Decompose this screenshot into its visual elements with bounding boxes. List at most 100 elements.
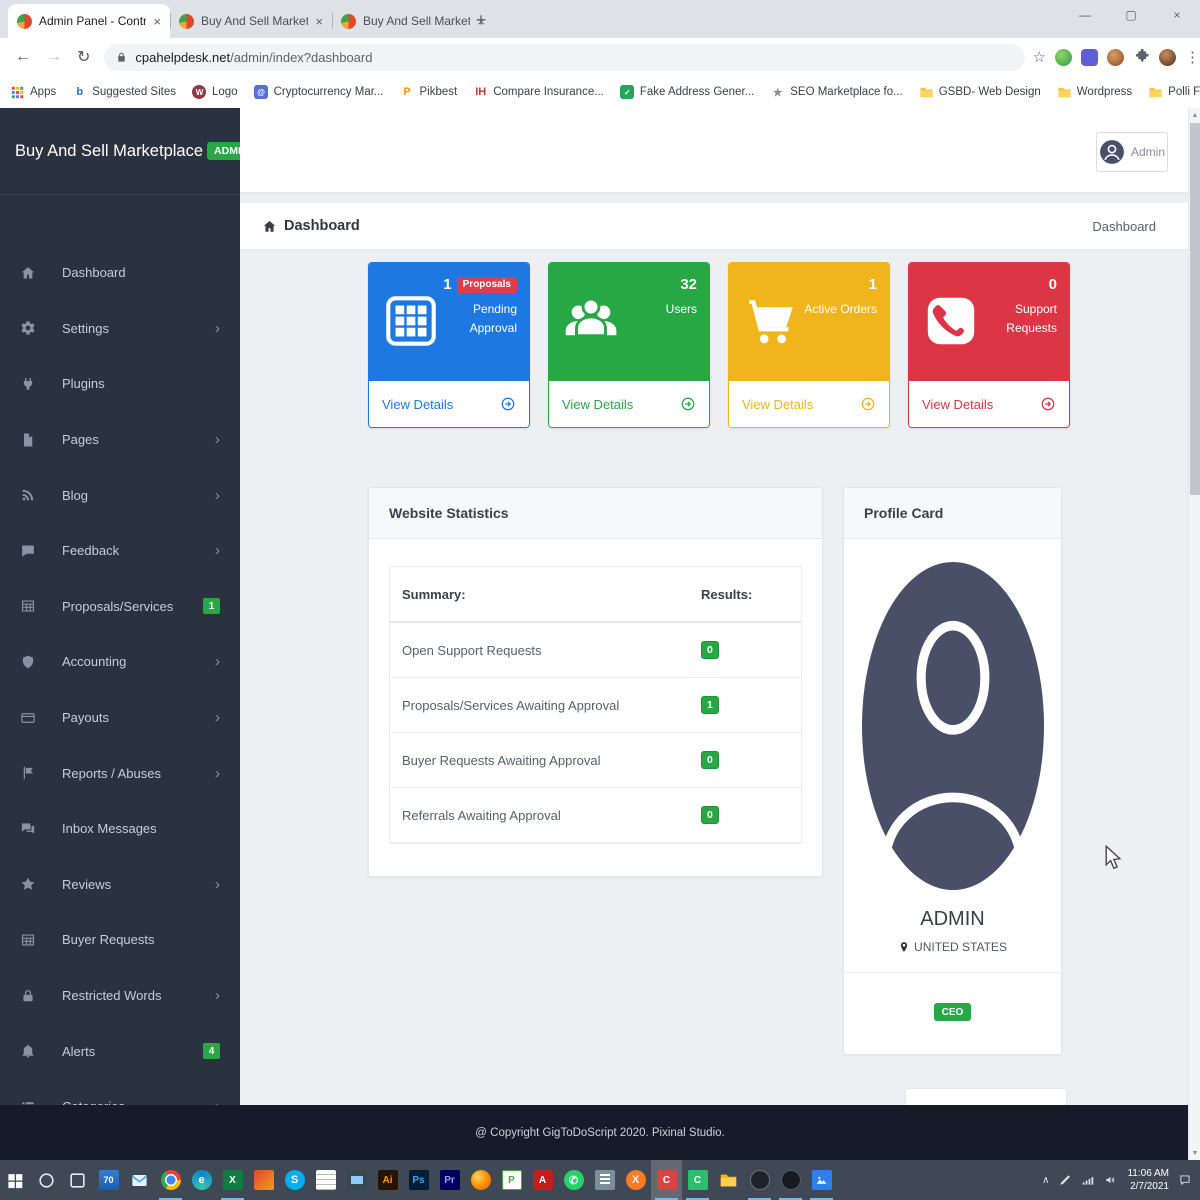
profile-avatar[interactable]: [1159, 49, 1176, 66]
extensions-puzzle-icon[interactable]: [1133, 46, 1150, 68]
taskbar-app-start-icon[interactable]: [0, 1160, 31, 1200]
taskbar-app-photos-icon[interactable]: [806, 1160, 837, 1200]
bookmark-fake-address-gener[interactable]: ✓Fake Address Gener...: [620, 85, 754, 100]
window-close-button[interactable]: ×: [1154, 0, 1200, 30]
bookmark-logo[interactable]: WLogo: [192, 85, 238, 100]
bell-icon: [20, 1043, 36, 1059]
sidebar-item-payouts[interactable]: Payouts›: [0, 690, 240, 746]
taskbar-app-whatsapp-icon[interactable]: ✆: [558, 1160, 589, 1200]
scroll-up-arrow-icon[interactable]: ▲: [1189, 108, 1200, 122]
card-body: 32Users: [549, 263, 709, 381]
taskbar-app-acrobat-icon[interactable]: A: [527, 1160, 558, 1200]
admin-user-button[interactable]: Admin: [1096, 132, 1168, 172]
taskbar-app-xampp-icon[interactable]: X: [620, 1160, 651, 1200]
browser-menu-icon[interactable]: ⋮: [1185, 48, 1200, 66]
window-controls: — ▢ ×: [1062, 0, 1200, 30]
stat-count-badge: 1: [701, 696, 719, 714]
address-bar[interactable]: cpahelpdesk.net/admin/index?dashboard: [104, 44, 1024, 71]
clock-date: 2/7/2021: [1127, 1180, 1169, 1193]
tray-chevron-icon[interactable]: ∧: [1042, 1175, 1049, 1186]
taskbar-app-firefox-icon[interactable]: [465, 1160, 496, 1200]
scrollbar-thumb[interactable]: [1190, 123, 1200, 495]
idm-extension-icon[interactable]: [1055, 49, 1072, 66]
taskbar-app-notepad-icon[interactable]: [310, 1160, 341, 1200]
taskbar-app-obs-dark-2-icon[interactable]: [775, 1160, 806, 1200]
sidebar-item-categories[interactable]: Categories›: [0, 1079, 240, 1105]
card-footer-link[interactable]: View Details: [729, 381, 889, 427]
taskbar-app-excel-icon[interactable]: X: [217, 1160, 248, 1200]
taskbar-app-skype-icon[interactable]: S: [279, 1160, 310, 1200]
bookmark-pikbest[interactable]: PPikbest: [400, 85, 458, 100]
sidebar-item-settings[interactable]: Settings›: [0, 301, 240, 357]
taskbar-app-calculator-icon[interactable]: [589, 1160, 620, 1200]
taskbar-app-pickit-icon[interactable]: P: [496, 1160, 527, 1200]
sidebar-item-dashboard[interactable]: Dashboard: [0, 245, 240, 301]
sidebar-item-accounting[interactable]: Accounting›: [0, 634, 240, 690]
pen-icon[interactable]: [1058, 1173, 1072, 1187]
card-footer-link[interactable]: View Details: [909, 381, 1069, 427]
bookmark-suggested-sites[interactable]: bSuggested Sites: [72, 85, 176, 100]
taskbar-app-cortana-icon[interactable]: [31, 1160, 62, 1200]
sidebar-item-blog[interactable]: Blog›: [0, 467, 240, 523]
bookmark-seo-marketplace-fo[interactable]: ★SEO Marketplace fo...: [770, 85, 903, 100]
taskbar-app-task-view-icon[interactable]: [62, 1160, 93, 1200]
new-tab-button[interactable]: +: [468, 7, 494, 33]
taskbar-app-camtasia-icon[interactable]: C: [651, 1160, 682, 1200]
bookmark-gsbd-web-design[interactable]: GSBD- Web Design: [919, 85, 1041, 100]
sidebar-item-inbox-messages[interactable]: Inbox Messages: [0, 801, 240, 857]
tab-close-icon[interactable]: ×: [315, 14, 323, 29]
taskbar-app-chrome-icon[interactable]: [155, 1160, 186, 1200]
sidebar-item-buyer-requests[interactable]: Buyer Requests: [0, 912, 240, 968]
purple-extension-icon[interactable]: [1081, 49, 1098, 66]
bookmark-star-icon[interactable]: ☆: [1033, 48, 1046, 66]
taskbar-app-obs-dark-1-icon[interactable]: [744, 1160, 775, 1200]
page-scrollbar[interactable]: ▲ ▼: [1188, 108, 1200, 1160]
taskbar-app-mail-icon[interactable]: [124, 1160, 155, 1200]
taskbar-app-camtasia-green-icon[interactable]: C: [682, 1160, 713, 1200]
taskbar-app-edge-icon[interactable]: e: [186, 1160, 217, 1200]
sidebar-item-label: Proposals/Services: [62, 599, 203, 614]
sidebar-item-reviews[interactable]: Reviews›: [0, 857, 240, 913]
taskbar-app-photoshop-icon[interactable]: Ps: [403, 1160, 434, 1200]
taskbar-app-paint-3d-icon[interactable]: [248, 1160, 279, 1200]
clock[interactable]: 11:06 AM 2/7/2021: [1127, 1167, 1169, 1193]
sidebar-item-plugins[interactable]: Plugins: [0, 356, 240, 412]
toolbar-right: ☆ ⋮: [1033, 46, 1200, 68]
speaker-icon[interactable]: [1104, 1173, 1118, 1187]
card-footer-link[interactable]: View Details: [369, 381, 529, 427]
notification-center-icon[interactable]: [1178, 1173, 1192, 1187]
breadcrumb-right: Dashboard: [1092, 219, 1156, 234]
bookmark-compare-insurance[interactable]: IHCompare Insurance...: [473, 85, 604, 100]
sidebar-item-alerts[interactable]: Alerts4: [0, 1023, 240, 1079]
sidebar-item-pages[interactable]: Pages›: [0, 412, 240, 468]
sidebar-item-feedback[interactable]: Feedback›: [0, 523, 240, 579]
browser-tab[interactable]: Admin Panel - Control Your Enti×: [8, 4, 170, 38]
window-maximize-button[interactable]: ▢: [1108, 0, 1154, 30]
taskbar-app-file-explorer-icon[interactable]: [713, 1160, 744, 1200]
brand[interactable]: Buy And Sell Marketplace ADMIN: [0, 108, 240, 195]
card-footer-link[interactable]: View Details: [549, 381, 709, 427]
sidebar-item-restricted-words[interactable]: Restricted Words›: [0, 968, 240, 1024]
forward-icon[interactable]: →: [46, 48, 62, 66]
tab-close-icon[interactable]: ×: [153, 14, 161, 29]
brown-extension-icon[interactable]: [1107, 49, 1124, 66]
bookmark-cryptocurrency-mar[interactable]: @Cryptocurrency Mar...: [254, 85, 384, 100]
sidebar-item-reports-abuses[interactable]: Reports / Abuses›: [0, 745, 240, 801]
chevron-right-icon: ›: [215, 709, 220, 726]
bookmark-apps[interactable]: Apps: [10, 85, 56, 100]
bookmark-wordpress[interactable]: Wordpress: [1057, 85, 1132, 100]
reload-icon[interactable]: ↻: [77, 47, 90, 67]
stat-result: 0: [701, 806, 789, 824]
network-icon[interactable]: [1081, 1173, 1095, 1187]
sidebar-item-proposals-services[interactable]: Proposals/Services1: [0, 579, 240, 635]
scroll-down-arrow-icon[interactable]: ▼: [1189, 1146, 1200, 1160]
back-icon[interactable]: ←: [15, 48, 31, 66]
taskbar-app-my-computer-icon[interactable]: [341, 1160, 372, 1200]
browser-tab[interactable]: Buy And Sell Marketplace - Logi×: [170, 4, 332, 38]
bookmark-polli-fresh[interactable]: Polli Fresh: [1148, 85, 1200, 100]
taskbar-app-weather-icon[interactable]: 70: [93, 1160, 124, 1200]
table-row-proposals-services-awaiting-approval: Proposals/Services Awaiting Approval1: [390, 678, 801, 733]
taskbar-app-illustrator-icon[interactable]: Ai: [372, 1160, 403, 1200]
taskbar-app-premiere-icon[interactable]: Pr: [434, 1160, 465, 1200]
window-minimize-button[interactable]: —: [1062, 0, 1108, 30]
